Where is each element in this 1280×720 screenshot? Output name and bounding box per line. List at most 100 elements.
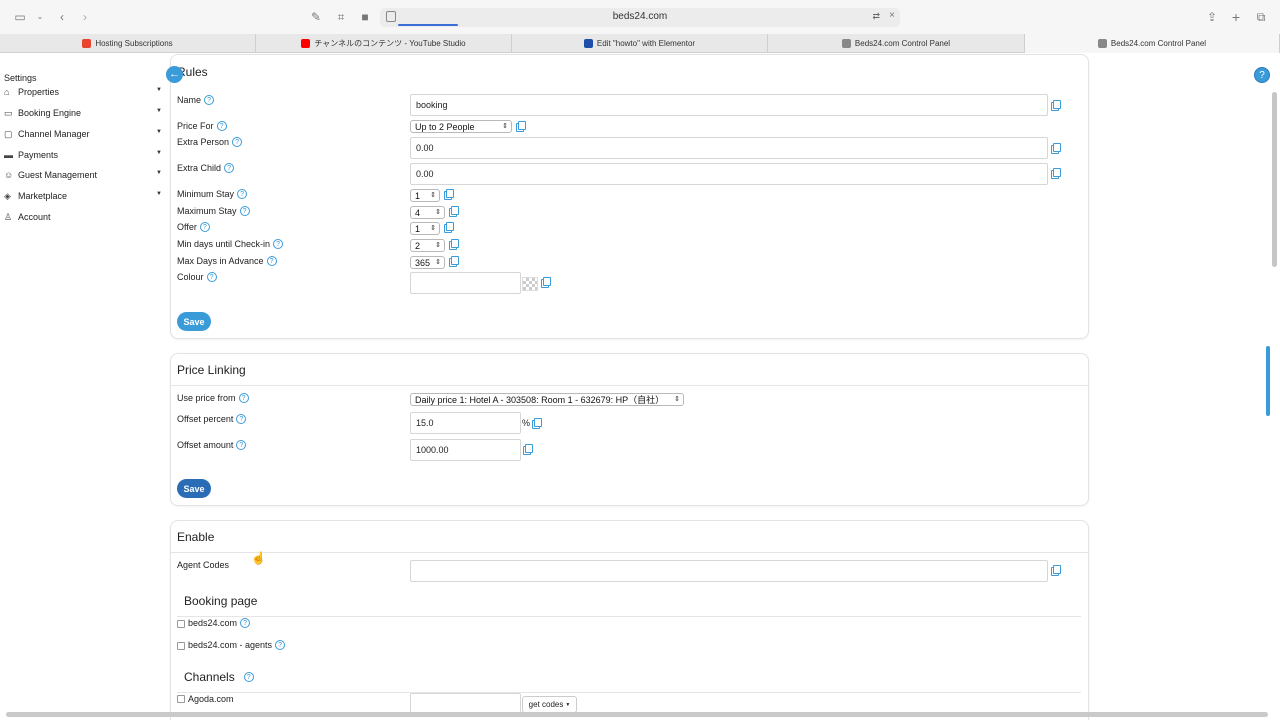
sidebar-item-account[interactable]: ♙ Account xyxy=(4,209,162,225)
help-icon[interactable]: ? xyxy=(224,163,235,173)
beds24-checkbox[interactable] xyxy=(177,620,185,628)
loading-progress xyxy=(398,24,458,26)
sidebar-item-label: Account xyxy=(18,212,51,222)
help-icon[interactable]: ? xyxy=(206,272,217,282)
sidebar-item-channel-manager[interactable]: ▢ Channel Manager ▼ xyxy=(4,126,162,142)
get-codes-button[interactable]: get codes ▼ xyxy=(522,696,577,713)
horizontal-scrollbar[interactable] xyxy=(6,712,1268,717)
help-icon[interactable]: ? xyxy=(232,137,243,147)
back-icon[interactable]: ‹ xyxy=(54,9,70,25)
help-icon[interactable]: ? xyxy=(275,640,286,650)
extension-puzzle-icon[interactable]: ⌗ xyxy=(333,9,349,25)
help-icon[interactable]: ? xyxy=(237,189,248,199)
sidebar-item-properties[interactable]: ⌂ Properties ▼ xyxy=(4,84,162,100)
maximum-stay-label: Maximum Stay? xyxy=(177,206,250,216)
vertical-scrollbar[interactable] xyxy=(1272,92,1277,267)
help-icon[interactable]: ? xyxy=(243,672,254,682)
tab-elementor[interactable]: Edit "howto" with Elementor xyxy=(512,34,768,53)
help-icon[interactable]: ? xyxy=(216,121,227,131)
offset-amount-field[interactable]: 1000.00 xyxy=(410,439,521,461)
agoda-code-field[interactable] xyxy=(410,693,521,713)
select-arrows-icon: ⇕ xyxy=(430,192,436,199)
help-icon[interactable]: ? xyxy=(236,414,247,424)
sidebar-item-guest-management[interactable]: ☺ Guest Management ▼ xyxy=(4,167,162,183)
copy-icon[interactable] xyxy=(449,256,459,267)
beds24-agents-label: beds24.com - agents? xyxy=(188,640,286,650)
share-icon[interactable]: ⇪ xyxy=(1204,9,1220,25)
min-days-select[interactable]: 2 ⇕ xyxy=(410,239,445,252)
help-icon[interactable]: ? xyxy=(266,256,277,266)
offer-select[interactable]: 1 ⇕ xyxy=(410,222,440,235)
price-linking-save-button[interactable]: Save xyxy=(177,479,211,498)
help-icon[interactable]: ? xyxy=(240,618,251,628)
copy-icon[interactable] xyxy=(1051,100,1061,111)
name-field[interactable]: booking xyxy=(410,94,1048,116)
help-button[interactable]: ? xyxy=(1254,67,1270,83)
beds24-agents-checkbox[interactable] xyxy=(177,642,185,650)
translate-icon[interactable]: ⇄ xyxy=(872,11,880,22)
tab-hosting[interactable]: Hosting Subscriptions xyxy=(0,34,256,53)
minimum-stay-select[interactable]: 1 ⇕ xyxy=(410,189,440,202)
offset-percent-field[interactable]: 15.0 xyxy=(410,412,521,434)
help-icon[interactable]: ? xyxy=(204,95,215,105)
help-icon[interactable]: ? xyxy=(199,222,210,232)
copy-icon[interactable] xyxy=(444,189,454,200)
new-tab-icon[interactable]: + xyxy=(1228,9,1244,25)
copy-icon[interactable] xyxy=(516,121,526,132)
youtube-icon xyxy=(301,39,311,48)
tab-label: Beds24.com Control Panel xyxy=(854,39,951,48)
divider xyxy=(171,552,1088,553)
help-icon[interactable]: ? xyxy=(239,206,250,216)
max-days-select[interactable]: 365 ⇕ xyxy=(410,256,445,269)
divider xyxy=(177,616,1081,617)
sidebar-item-payments[interactable]: ▬ Payments ▼ xyxy=(4,147,162,163)
help-icon[interactable]: ? xyxy=(273,239,284,249)
copy-icon[interactable] xyxy=(1051,565,1061,576)
sidebar-item-label: Payments xyxy=(18,150,59,160)
extra-child-field[interactable]: 0.00 xyxy=(410,163,1048,185)
copy-icon[interactable] xyxy=(449,239,459,250)
colour-picker-swatch[interactable] xyxy=(522,277,538,291)
price-linking-panel: Price Linking Use price from? Daily pric… xyxy=(170,353,1089,506)
copy-icon[interactable] xyxy=(444,222,454,233)
agoda-checkbox[interactable] xyxy=(177,695,185,703)
sidebar-item-marketplace[interactable]: ◈ Marketplace ▼ xyxy=(4,188,162,204)
extension-square-icon[interactable]: ■ xyxy=(357,9,373,25)
max-days-label: Max Days in Advance? xyxy=(177,256,277,266)
copy-icon[interactable] xyxy=(1051,168,1061,179)
min-days-label: Min days until Check-in? xyxy=(177,239,284,249)
help-icon[interactable]: ? xyxy=(236,440,247,450)
chevron-down-icon[interactable]: ⌄ xyxy=(32,9,48,25)
rules-panel: Rules Name? booking Price For? Up to 2 P… xyxy=(170,54,1089,339)
tab-beds24-2[interactable]: Beds24.com Control Panel xyxy=(1025,34,1280,53)
people-icon: ☺ xyxy=(4,170,14,180)
forward-icon[interactable]: › xyxy=(77,9,93,25)
back-arrow-icon[interactable]: ← xyxy=(166,66,183,83)
close-icon[interactable]: × xyxy=(889,10,895,21)
side-panel-handle[interactable] xyxy=(1266,346,1270,416)
copy-icon[interactable] xyxy=(532,418,542,429)
copy-icon[interactable] xyxy=(449,206,459,217)
chat-icon: ▢ xyxy=(4,128,13,139)
use-price-select[interactable]: Daily price 1: Hotel A - 303508: Room 1 … xyxy=(410,393,684,406)
extension-icon[interactable]: ✎ xyxy=(308,9,324,25)
agent-codes-field[interactable] xyxy=(410,560,1048,582)
price-for-select[interactable]: Up to 2 People ⇕ xyxy=(410,120,512,133)
copy-icon[interactable] xyxy=(523,444,533,455)
settings-sidebar: Settings ⌂ Properties ▼ ▭ Booking Engine… xyxy=(0,54,166,720)
extra-person-field[interactable]: 0.00 xyxy=(410,137,1048,159)
maximum-stay-select[interactable]: 4 ⇕ xyxy=(410,206,445,219)
address-bar[interactable]: beds24.com ⇄ × xyxy=(380,8,900,27)
sidebar-item-booking-engine[interactable]: ▭ Booking Engine ▼ xyxy=(4,105,162,121)
help-icon[interactable]: ? xyxy=(238,393,249,403)
channels-heading: Channels? xyxy=(184,670,254,684)
colour-field[interactable] xyxy=(410,272,521,294)
copy-icon[interactable] xyxy=(541,277,551,288)
copy-icon[interactable] xyxy=(1051,143,1061,154)
tab-beds24-1[interactable]: Beds24.com Control Panel xyxy=(768,34,1025,53)
sidebar-toggle-icon[interactable]: ▭ xyxy=(12,9,28,25)
tab-overview-icon[interactable]: ⧉ xyxy=(1253,9,1269,25)
rules-save-button[interactable]: Save xyxy=(177,312,211,331)
tab-youtube-studio[interactable]: チャンネルのコンテンツ - YouTube Studio xyxy=(256,34,512,53)
caret-down-icon: ▼ xyxy=(156,150,162,156)
